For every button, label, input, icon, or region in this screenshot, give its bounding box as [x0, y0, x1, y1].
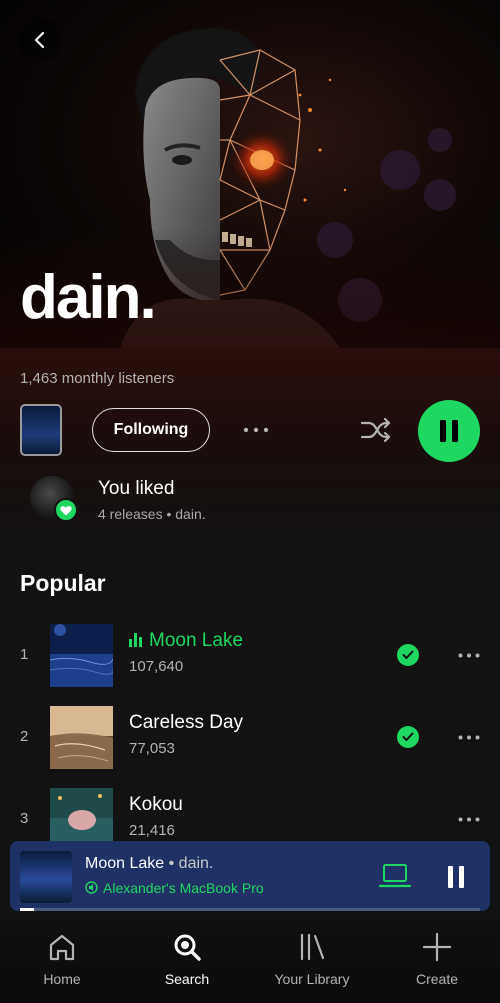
more-options-button[interactable]	[240, 414, 272, 446]
track-number: 3	[20, 810, 29, 827]
nav-create-label: Create	[415, 971, 459, 987]
more-horizontal-icon	[243, 427, 269, 433]
liked-releases-row[interactable]: You liked 4 releases • dain.	[30, 472, 470, 528]
popular-heading: Popular	[20, 570, 106, 596]
monthly-listeners: 1,463 monthly listeners	[20, 370, 175, 387]
artist-controls: Following	[20, 400, 480, 462]
now-playing-separator: •	[164, 855, 179, 872]
now-playing-title: Moon Lake • dain.	[85, 855, 213, 873]
track-title: Careless Day	[129, 712, 244, 733]
following-button[interactable]: Following	[92, 408, 210, 452]
track-plays: 21,416	[129, 822, 175, 839]
plus-icon	[422, 932, 452, 962]
track-plays: 107,640	[129, 658, 184, 675]
more-horizontal-icon	[458, 653, 480, 657]
track-more-button[interactable]	[454, 726, 484, 748]
now-playing-bar[interactable]: Moon Lake • dain. Alexander's MacBook Pr…	[10, 841, 490, 911]
liked-subtitle: 4 releases • dain.	[98, 506, 206, 522]
nav-home-label: Home	[43, 971, 81, 987]
device-name: Alexander's MacBook Pro	[103, 880, 264, 896]
now-playing-artwork	[20, 851, 72, 903]
more-horizontal-icon	[458, 735, 480, 739]
artist-preview-thumbnail[interactable]	[20, 404, 62, 456]
track-row[interactable]: 1 Moon Lake 107,640	[0, 624, 500, 688]
bottom-navigation: Home Search Your Library Create	[0, 911, 500, 1003]
heart-icon	[54, 498, 78, 522]
nav-search[interactable]: Search	[137, 931, 237, 991]
library-icon	[300, 933, 325, 961]
track-artwork	[50, 706, 113, 769]
search-icon	[174, 934, 201, 961]
now-playing-artist: dain.	[178, 855, 214, 872]
pause-icon	[440, 420, 458, 442]
nav-home[interactable]: Home	[12, 931, 112, 991]
pause-button[interactable]	[418, 400, 480, 462]
speaker-icon	[85, 881, 98, 894]
track-title: Kokou	[129, 794, 183, 815]
nav-search-label: Search	[164, 971, 210, 987]
home-icon	[49, 934, 75, 961]
more-horizontal-icon	[458, 817, 480, 821]
pause-icon	[448, 866, 464, 888]
now-playing-device: Alexander's MacBook Pro	[85, 880, 264, 896]
mini-pause-button[interactable]	[438, 859, 474, 895]
laptop-icon	[378, 864, 412, 888]
artist-name: dain.	[20, 263, 157, 332]
shuffle-icon	[360, 417, 391, 443]
track-title: Moon Lake	[129, 630, 243, 652]
liked-title: You liked	[98, 478, 175, 499]
track-more-button[interactable]	[454, 644, 484, 666]
nav-create[interactable]: Create	[387, 931, 487, 991]
track-number: 2	[20, 728, 29, 745]
chevron-left-icon	[34, 31, 45, 49]
track-number: 1	[20, 646, 29, 663]
back-button[interactable]	[18, 18, 62, 62]
equalizer-icon	[129, 633, 143, 647]
track-artwork	[50, 624, 113, 687]
now-playing-track: Moon Lake	[85, 855, 165, 872]
track-row[interactable]: 2 Careless Day 77,053	[0, 706, 500, 770]
artist-hero: dain.	[0, 0, 500, 348]
shuffle-button[interactable]	[358, 414, 394, 446]
liked-check-icon[interactable]	[397, 644, 419, 666]
nav-library-label: Your Library	[274, 971, 350, 987]
track-title-text: Moon Lake	[149, 630, 244, 651]
nav-library[interactable]: Your Library	[262, 931, 362, 991]
track-more-button[interactable]	[454, 808, 484, 830]
liked-check-icon[interactable]	[397, 726, 419, 748]
connect-device-button[interactable]	[378, 861, 412, 891]
track-plays: 77,053	[129, 740, 175, 757]
